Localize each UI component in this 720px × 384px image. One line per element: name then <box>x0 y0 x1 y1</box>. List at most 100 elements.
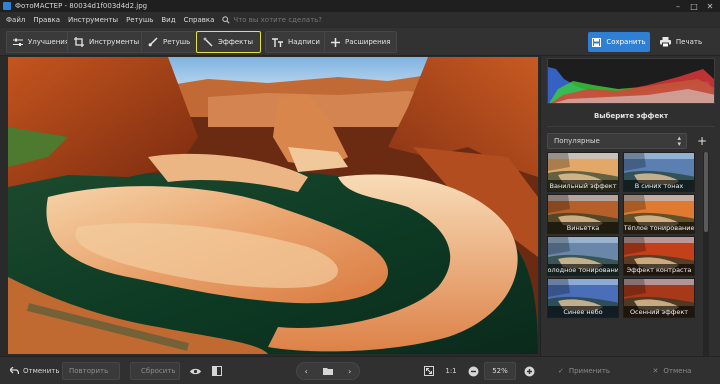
reset-button[interactable]: Сбросить <box>130 362 180 380</box>
redo-label: Повторить <box>69 367 109 375</box>
apply-button[interactable]: ✓ Применить <box>542 362 626 380</box>
effect-thumbnail[interactable]: Эффект контраста <box>623 236 695 276</box>
sliders-icon <box>13 38 23 46</box>
tab-retouch[interactable]: Ретушь <box>141 31 198 53</box>
tab-effects[interactable]: Эффекты <box>196 31 261 53</box>
close-icon[interactable]: ✕ <box>702 0 718 12</box>
effect-category-value: Популярные <box>554 137 600 145</box>
fit-to-screen-button[interactable] <box>420 362 438 380</box>
effect-thumbnail[interactable]: Ванильный эффект <box>547 152 619 192</box>
tab-captions-label: Надписи <box>288 38 320 46</box>
eye-icon <box>189 368 201 374</box>
menu-view[interactable]: Вид <box>157 16 179 24</box>
print-button[interactable]: Печать <box>652 32 710 52</box>
floppy-icon <box>592 37 602 47</box>
plus-circle-icon <box>524 366 534 376</box>
zoom-out-button[interactable] <box>464 362 482 380</box>
brush-icon <box>148 37 158 47</box>
effect-thumbnail[interactable]: Виньетка <box>547 194 619 234</box>
menu-tools[interactable]: Инструменты <box>64 16 122 24</box>
search-input[interactable] <box>233 15 354 24</box>
compare-button[interactable] <box>208 362 226 380</box>
effect-thumbnail[interactable]: Осенний эффект <box>623 278 695 318</box>
plus-icon <box>331 37 340 47</box>
menu-retouch[interactable]: Ретушь <box>122 16 157 24</box>
minimize-icon[interactable]: – <box>670 0 686 12</box>
compare-icon <box>212 366 222 376</box>
app-logo-icon <box>3 2 11 10</box>
minus-icon <box>468 366 478 376</box>
cancel-label: Отмена <box>663 367 692 375</box>
effect-label: Синее небо <box>548 306 618 317</box>
tab-enhancements-label: Улучшения <box>28 38 70 46</box>
divider <box>547 126 715 127</box>
menu-bar: Файл Правка Инструменты Ретушь Вид Справ… <box>0 12 720 27</box>
effect-label: Осенний эффект <box>624 306 694 317</box>
menu-edit[interactable]: Правка <box>29 16 64 24</box>
preview-button[interactable] <box>186 362 204 380</box>
check-icon: ✓ <box>557 367 564 375</box>
undo-label: Отменить <box>23 367 60 375</box>
apply-label: Применить <box>568 367 611 375</box>
image-navigation: ‹ › <box>296 362 360 380</box>
print-label: Печать <box>675 38 703 46</box>
menu-help[interactable]: Справка <box>180 16 219 24</box>
effect-thumbnail[interactable]: Тёплое тонирование <box>623 194 695 234</box>
effect-thumbnail[interactable]: Холодное тонирование <box>547 236 619 276</box>
effect-label: Эффект контраста <box>624 264 694 275</box>
chevron-right-icon[interactable]: › <box>348 367 351 376</box>
crop-icon <box>74 37 84 47</box>
effect-category-select[interactable]: Популярные ▴ ▾ <box>547 133 687 149</box>
main-toolbar: Улучшения Инструменты Ретушь Эффекты Над… <box>0 28 720 56</box>
reset-label: Сбросить <box>141 367 176 375</box>
effects-scrollbar[interactable] <box>703 152 709 356</box>
chevron-updown-icon: ▴ ▾ <box>677 134 681 148</box>
histogram <box>547 58 715 104</box>
tab-extensions[interactable]: Расширения <box>324 31 398 53</box>
redo-icon <box>112 370 113 372</box>
effect-label: Ванильный эффект <box>548 180 618 191</box>
save-button[interactable]: Сохранить <box>588 32 650 52</box>
window-title: ФотоМАСТЕР - 80034d1f003d4d2.jpg <box>15 2 148 10</box>
close-icon: ✕ <box>652 367 659 375</box>
canvas-area[interactable] <box>0 56 540 356</box>
tab-retouch-label: Ретушь <box>163 38 191 46</box>
undo-icon <box>10 367 19 375</box>
effect-label: Холодное тонирование <box>548 264 618 275</box>
bottom-bar: Отменить Повторить Сбросить ‹ › 1:1 52% … <box>0 356 720 384</box>
effects-grid: Ванильный эффект В синих тонах Виньетка Тёп… <box>547 152 699 356</box>
effect-label: Тёплое тонирование <box>624 222 694 233</box>
tab-effects-label: Эффекты <box>218 38 253 46</box>
zoom-1to1-button[interactable]: 1:1 <box>442 362 460 380</box>
canyon-photo[interactable] <box>8 57 538 354</box>
chevron-left-icon[interactable]: ‹ <box>305 367 308 376</box>
tab-enhancements[interactable]: Улучшения <box>6 31 77 53</box>
effect-label: Виньетка <box>548 222 618 233</box>
maximize-icon[interactable]: □ <box>686 0 702 12</box>
save-label: Сохранить <box>606 38 646 46</box>
scrollbar-thumb[interactable] <box>704 152 708 232</box>
fit-screen-icon <box>424 366 434 376</box>
printer-icon <box>659 37 671 47</box>
folder-icon[interactable] <box>322 367 333 375</box>
undo-button[interactable]: Отменить <box>4 362 66 380</box>
redo-button[interactable]: Повторить <box>62 362 120 380</box>
tab-captions[interactable]: Надписи <box>265 31 327 53</box>
zoom-value[interactable]: 52% <box>484 362 516 380</box>
search-icon <box>222 15 231 24</box>
zoom-in-button[interactable] <box>520 362 538 380</box>
effect-thumbnail[interactable]: В синих тонах <box>623 152 695 192</box>
tab-tools-label: Инструменты <box>89 38 140 46</box>
magic-wand-icon <box>203 37 213 47</box>
add-effect-button[interactable]: + <box>693 133 711 149</box>
effect-thumbnail[interactable]: Синее небо <box>547 278 619 318</box>
cancel-button[interactable]: ✕ Отмена <box>630 362 714 380</box>
panel-title: Выберите эффект <box>593 112 669 120</box>
menu-file[interactable]: Файл <box>2 16 29 24</box>
title-bar: ФотоМАСТЕР - 80034d1f003d4d2.jpg – □ ✕ <box>0 0 720 12</box>
tab-tools[interactable]: Инструменты <box>67 31 147 53</box>
window-controls: – □ ✕ <box>670 0 718 12</box>
tab-extensions-label: Расширения <box>345 38 391 46</box>
text-icon <box>272 37 283 47</box>
effects-panel: Выберите эффект Популярные ▴ ▾ + Ванильны… <box>540 56 720 356</box>
